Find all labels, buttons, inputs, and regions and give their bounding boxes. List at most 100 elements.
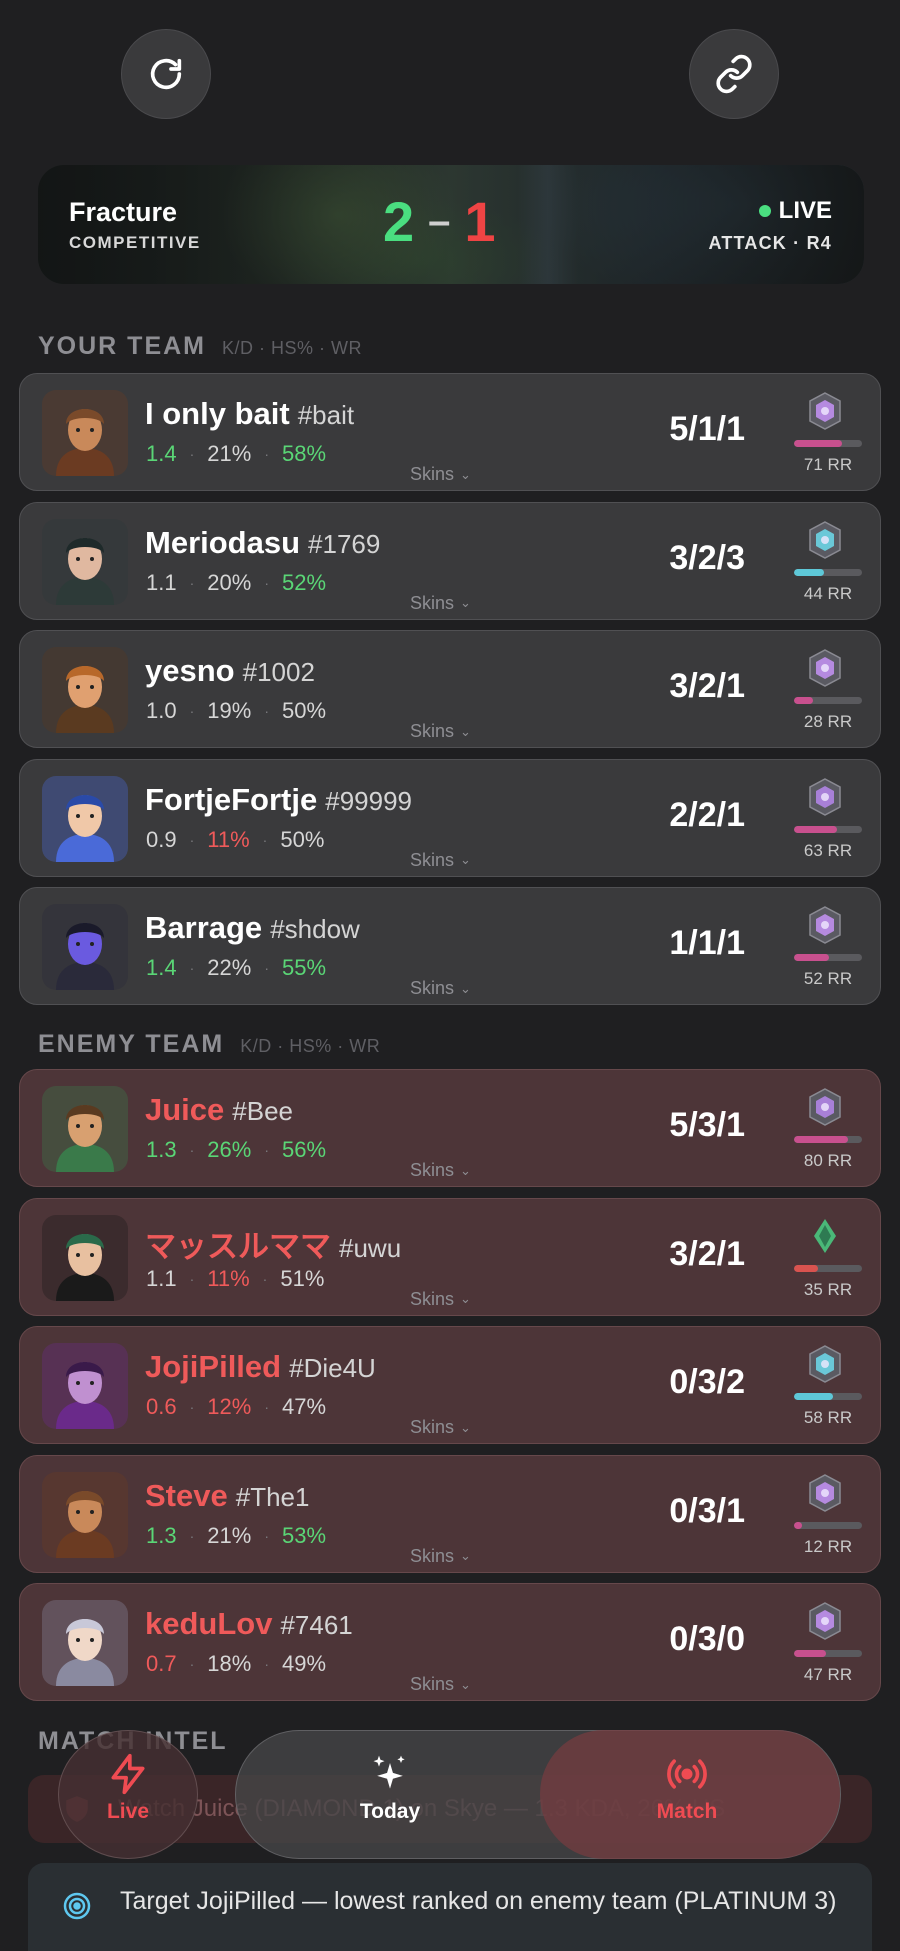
intel-target-card[interactable]: Target JojiPilled — lowest ranked on ene… <box>28 1863 872 1951</box>
player-card[interactable]: Meriodasu #1769 1.1 · 20% · 52% Skins ⌄ 3/2/3 44 R… <box>19 501 881 620</box>
agent-avatar <box>42 518 128 605</box>
intel-target-text: Target JojiPilled — lowest ranked on ene… <box>120 1887 837 1915</box>
kda-value: 1/1/1 <box>669 924 745 962</box>
player-card[interactable]: I only bait #bait 1.4 · 21% · 58% Skins ⌄ 5/1/1 71… <box>19 373 881 491</box>
kda-value: 0/3/1 <box>669 1491 745 1530</box>
agent-portrait-icon <box>42 1471 128 1558</box>
skins-toggle[interactable]: Skins ⌄ <box>410 1417 471 1438</box>
agent-portrait-icon <box>42 1086 128 1172</box>
rr-progress-fill <box>794 1136 849 1143</box>
hs-value: 19% <box>207 698 252 723</box>
agent-portrait-icon <box>42 518 128 605</box>
player-card[interactable]: JojiPilled #Die4U 0.6 · 12% · 47% Skins ⌄ 0/3/2 58… <box>19 1326 881 1444</box>
rr-value: 58 RR <box>803 1408 853 1427</box>
skins-toggle[interactable]: Skins ⌄ <box>410 721 471 742</box>
player-name: マッスルママ #uwu <box>145 1228 402 1264</box>
player-stats: 1.4 · 22% · 55% <box>146 955 327 980</box>
kd-value: 1.3 <box>146 1137 177 1162</box>
live-dot-icon <box>758 205 771 217</box>
kda-value: 2/2/1 <box>669 795 745 834</box>
rr-value: 44 RR <box>803 583 853 603</box>
rr-progress-bar <box>794 1521 862 1529</box>
rr-progress-fill <box>794 697 814 704</box>
player-tag: #1769 <box>308 528 381 559</box>
player-name: Steve #The1 <box>145 1477 310 1513</box>
rr-progress-fill <box>794 825 837 833</box>
agent-avatar <box>42 1600 128 1686</box>
skins-toggle[interactable]: Skins ⌄ <box>410 1289 471 1310</box>
hs-value: 12% <box>207 1394 252 1419</box>
skins-toggle[interactable]: Skins ⌄ <box>410 464 471 485</box>
rank-emblem-icon <box>809 649 841 687</box>
agent-portrait-icon <box>42 1214 128 1301</box>
player-tag: #uwu <box>339 1232 402 1263</box>
player-card[interactable]: yesno #1002 1.0 · 19% · 50% Skins ⌄ 3/2/1 28 RR <box>19 630 881 748</box>
player-name: yesno #1002 <box>145 653 315 688</box>
agent-portrait-icon <box>42 647 128 733</box>
rr-progress-bar <box>794 825 862 833</box>
player-card[interactable]: FortjeFortje #99999 0.9 · 11% · 50% Skins ⌄ 2/2/1… <box>19 758 881 877</box>
tab-match[interactable]: Match <box>637 1752 737 1824</box>
player-card[interactable]: Steve #The1 1.3 · 21% · 53% Skins ⌄ 0/3/1 12 RR <box>19 1454 881 1573</box>
wr-value: 49% <box>281 1651 327 1676</box>
match-banner[interactable]: Fracture COMPETITIVE 2 – 1 LIVE ATTACK ·… <box>38 165 864 284</box>
hs-value: 11% <box>207 826 250 852</box>
map-name: Fracture <box>69 197 178 227</box>
player-name: keduLov #7461 <box>145 1606 353 1641</box>
rr-progress-fill <box>794 440 843 447</box>
hs-value: 26% <box>207 1137 252 1162</box>
wr-value: 50% <box>281 698 327 723</box>
player-name: Barrage #shdow <box>145 910 360 945</box>
kda-value: 3/2/1 <box>669 1234 745 1273</box>
rank-emblem-icon <box>809 906 841 944</box>
skins-toggle[interactable]: Skins ⌄ <box>410 1160 471 1181</box>
rr-progress-bar <box>794 954 862 961</box>
share-link-button[interactable] <box>689 29 779 119</box>
player-stats: 1.3 · 26% · 56% <box>146 1137 327 1162</box>
rr-value: 35 RR <box>803 1279 853 1299</box>
player-tag: #99999 <box>325 785 412 816</box>
wr-value: 51% <box>280 1265 325 1291</box>
skins-toggle[interactable]: Skins ⌄ <box>410 1546 471 1567</box>
enemy-team-heading: ENEMY TEAM K/D · HS% · WR <box>38 1030 381 1058</box>
rank-emblem-icon <box>809 1473 841 1512</box>
skins-toggle[interactable]: Skins ⌄ <box>410 1674 471 1695</box>
ally-score: 2 <box>383 190 415 253</box>
skins-toggle[interactable]: Skins ⌄ <box>410 850 471 871</box>
agent-avatar <box>42 1086 128 1172</box>
agent-avatar <box>42 1214 128 1301</box>
player-card[interactable]: マッスルママ #uwu 1.1 · 11% · 51% Skins ⌄ 3/2/1 35 RR <box>19 1197 881 1316</box>
wr-value: 58% <box>281 441 327 466</box>
chevron-down-icon: ⌄ <box>460 980 471 996</box>
player-card[interactable]: Juice #Bee 1.3 · 26% · 56% Skins ⌄ 5/3/1 80 RR <box>19 1069 881 1187</box>
agent-portrait-icon <box>42 904 128 990</box>
skins-toggle[interactable]: Skins ⌄ <box>410 593 471 614</box>
player-name: FortjeFortje #99999 <box>145 781 412 817</box>
rr-progress-bar <box>794 1264 862 1272</box>
player-card[interactable]: keduLov #7461 0.7 · 18% · 49% Skins ⌄ 0/3/0 47 RR <box>19 1583 881 1701</box>
player-stats: 1.4 · 21% · 58% <box>146 441 327 466</box>
chevron-down-icon: ⌄ <box>460 1162 471 1178</box>
player-stats: 0.6 · 12% · 47% <box>146 1394 327 1419</box>
tab-live[interactable]: Live <box>78 1752 178 1824</box>
lightning-icon <box>111 1753 145 1795</box>
chevron-down-icon: ⌄ <box>460 852 471 867</box>
rank-emblem-icon <box>809 520 841 559</box>
skins-toggle[interactable]: Skins ⌄ <box>410 978 471 999</box>
tab-today[interactable]: Today <box>340 1752 440 1824</box>
player-name: JojiPilled #Die4U <box>145 1349 376 1384</box>
kd-value: 1.4 <box>146 441 177 466</box>
refresh-button[interactable] <box>121 29 211 119</box>
hs-value: 21% <box>207 1522 252 1548</box>
player-stats: 1.3 · 21% · 53% <box>146 1522 327 1548</box>
player-stats: 1.1 · 11% · 51% <box>146 1265 325 1291</box>
hs-value: 22% <box>207 955 252 980</box>
player-name: I only bait #bait <box>145 396 355 431</box>
agent-portrait-icon <box>42 1600 128 1686</box>
rr-value: 12 RR <box>803 1536 853 1556</box>
link-icon <box>716 54 752 94</box>
player-card[interactable]: Barrage #shdow 1.4 · 22% · 55% Skins ⌄ 1/1/1 52 RR <box>19 887 881 1005</box>
kda-value: 0/3/0 <box>669 1620 745 1658</box>
kd-value: 1.1 <box>146 1265 177 1291</box>
player-tag: #The1 <box>235 1481 310 1512</box>
